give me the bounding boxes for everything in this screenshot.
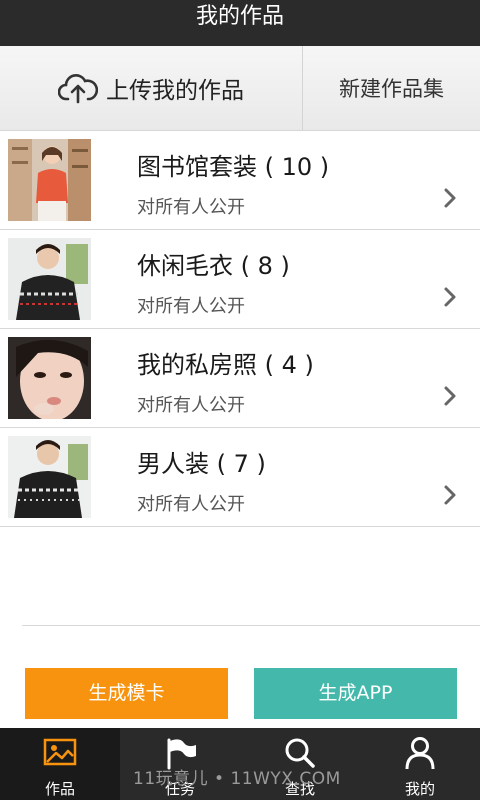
album-visibility: 对所有人公开 — [137, 494, 245, 515]
generate-app-button[interactable]: 生成APP — [254, 668, 457, 719]
action-bar: 上传我的作品 新建作品集 — [0, 46, 480, 131]
album-title: 休闲毛衣 ( 8 ) — [137, 252, 290, 280]
album-title: 图书馆套装 ( 10 ) — [137, 153, 330, 181]
page-title: 我的作品 — [0, 0, 480, 46]
chevron-right-icon — [444, 386, 456, 406]
new-collection-button[interactable]: 新建作品集 — [303, 46, 480, 130]
tab-label: 作品 — [44, 780, 75, 798]
album-row-casual-sweater[interactable]: 休闲毛衣 ( 8 ) 对所有人公开 — [0, 230, 480, 329]
album-thumbnail — [8, 436, 91, 518]
album-thumbnail — [8, 139, 91, 221]
watermark-text: 11玩意儿 • 11WYX.COM — [133, 769, 341, 789]
album-thumbnail — [8, 337, 91, 419]
user-icon — [405, 737, 435, 770]
album-visibility: 对所有人公开 — [137, 296, 245, 317]
album-row-library-set[interactable]: 图书馆套装 ( 10 ) 对所有人公开 — [0, 131, 480, 230]
album-row-private-photos[interactable]: 我的私房照 ( 4 ) 对所有人公开 — [0, 329, 480, 428]
cloud-upload-icon — [58, 74, 98, 104]
image-icon — [43, 738, 77, 766]
album-list: 图书馆套装 ( 10 ) 对所有人公开 休闲毛衣 ( 8 ) 对所有人公开 我的… — [0, 131, 480, 527]
album-title: 男人装 ( 7 ) — [137, 450, 266, 478]
upload-works-label: 上传我的作品 — [106, 78, 244, 104]
album-thumbnail — [8, 238, 91, 320]
album-visibility: 对所有人公开 — [137, 197, 245, 218]
tab-mine[interactable]: 我的 — [360, 728, 480, 800]
divider — [22, 625, 480, 626]
chevron-right-icon — [444, 485, 456, 505]
chevron-right-icon — [444, 287, 456, 307]
upload-works-button[interactable]: 上传我的作品 — [0, 46, 302, 130]
album-visibility: 对所有人公开 — [137, 395, 245, 416]
tab-works[interactable]: 作品 — [0, 728, 120, 800]
generate-model-card-button[interactable]: 生成模卡 — [25, 668, 228, 719]
album-title: 我的私房照 ( 4 ) — [137, 351, 314, 379]
chevron-right-icon — [444, 188, 456, 208]
album-row-mens-wear[interactable]: 男人装 ( 7 ) 对所有人公开 — [0, 428, 480, 527]
tab-label: 我的 — [404, 780, 435, 798]
